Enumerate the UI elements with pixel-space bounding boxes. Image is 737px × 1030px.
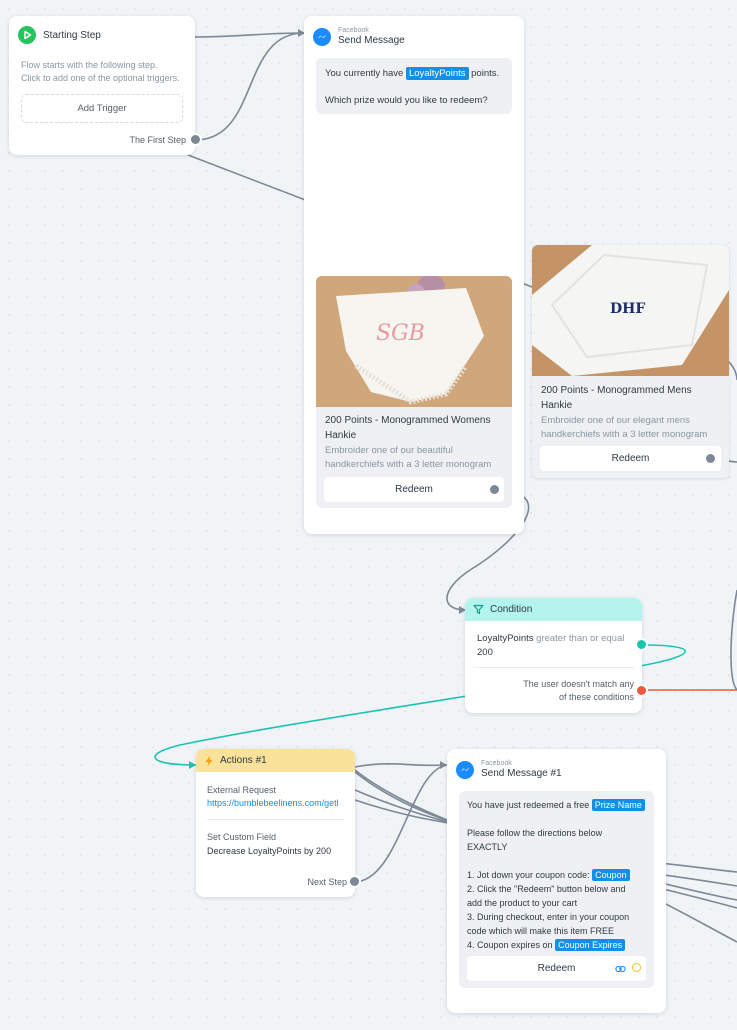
actions-header: Actions #1	[196, 749, 355, 772]
link-icon	[615, 965, 626, 973]
first-step-output-port[interactable]	[191, 135, 200, 144]
messenger-icon	[313, 27, 331, 46]
text-bubble[interactable]: You currently have LoyaltyPoints points.…	[316, 58, 512, 114]
condition-fallback: The user doesn't match any of these cond…	[523, 679, 634, 702]
starting-step-title: Starting Step	[43, 29, 101, 41]
arrow-actions	[189, 761, 196, 769]
send-message-node[interactable]: Facebook Send Message You currently have…	[304, 16, 524, 534]
product-subtitle-womens: Embroider one of our beautiful handkerch…	[325, 445, 492, 470]
next-step-port[interactable]	[350, 877, 359, 886]
wire-actions-to-message-a	[354, 763, 448, 768]
wire-next-step-to-message	[354, 764, 448, 883]
starting-step-description: Flow starts with the following step. Cli…	[21, 60, 180, 83]
condition-node[interactable]: Condition LoyaltyPoints greater than or …	[465, 598, 646, 713]
wire-actions-to-message-b	[354, 769, 461, 826]
wire-actions-to-message-e	[354, 799, 461, 826]
redeem-button-message-1[interactable]: Redeem	[467, 956, 646, 981]
product-subtitle-mens: Embroider one of our elegant mens handke…	[541, 415, 708, 440]
action-set-custom-field[interactable]: Set Custom Field Decrease LoyaltyPoints …	[207, 830, 352, 858]
message-1-bubble[interactable]: You have just redeemed a free Prize Name…	[459, 791, 654, 988]
play-icon	[18, 26, 36, 44]
filter-icon	[473, 604, 484, 615]
product-title-womens: 200 Points - Monogrammed Womens Hankie	[325, 415, 491, 441]
actions-node[interactable]: Actions #1 External Request https://bumb…	[196, 749, 359, 897]
external-request-url: https://bumblebeelinens.com/getl	[207, 798, 339, 808]
redeem-womens-port[interactable]	[490, 485, 499, 494]
product-card-mens[interactable]: DHF 200 Points - Monogrammed Mens Hankie…	[532, 245, 729, 478]
condition-header: Condition	[465, 598, 642, 621]
messenger-icon	[456, 760, 474, 779]
coupon-tag: Coupon	[592, 869, 630, 881]
wire-start-to-send-message	[194, 32, 305, 38]
redeem-mens-port[interactable]	[706, 454, 715, 463]
send-message-1-node[interactable]: Facebook Send Message #1 You have just r…	[447, 749, 666, 1013]
monogram-mens: DHF	[610, 301, 645, 317]
platform-label: Facebook	[481, 760, 512, 767]
platform-label: Facebook	[338, 27, 369, 34]
send-message-title: Send Message	[338, 35, 405, 46]
loyalty-points-tag: LoyaltyPoints	[405, 67, 469, 80]
condition-false-port[interactable]	[637, 686, 646, 695]
coupon-expires-tag: Coupon Expires	[555, 939, 626, 951]
wire-actions-to-message-c	[354, 771, 461, 826]
button-output-port[interactable]	[632, 963, 641, 972]
monogram-womens: SGB	[376, 321, 425, 346]
product-card-womens[interactable]: SGB 200 Points - Monogrammed Womens Hank…	[316, 276, 512, 508]
condition-title: Condition	[490, 604, 533, 615]
condition-divider	[473, 667, 634, 668]
actions-divider	[207, 819, 344, 820]
starting-step-node[interactable]: Starting Step Flow starts with the follo…	[9, 16, 200, 155]
arrow-send-message-1	[440, 761, 447, 769]
wire-actions-to-message-d	[354, 789, 461, 826]
prize-name-tag: Prize Name	[591, 799, 645, 811]
next-step-label: Next Step	[307, 877, 347, 887]
redeem-button-womens[interactable]: Redeem	[324, 477, 504, 502]
redeem-button-mens[interactable]: Redeem	[540, 446, 721, 471]
wire-first-step-to-send-message	[194, 32, 305, 141]
action-external-request[interactable]: External Request https://bumblebeelinens…	[207, 784, 347, 810]
product-image-mens: DHF	[532, 245, 729, 376]
prize-question: Which prize would you like to redeem?	[325, 95, 488, 106]
product-image-womens: SGB	[316, 276, 512, 407]
add-trigger-button[interactable]: Add Trigger	[21, 94, 183, 123]
condition-rule[interactable]: LoyaltyPoints greater than or equal 200	[477, 632, 635, 660]
wire-condition-right	[730, 589, 737, 691]
actions-title: Actions #1	[220, 755, 267, 766]
product-title-mens: 200 Points - Monogrammed Mens Hankie	[541, 385, 692, 411]
lightning-icon	[205, 755, 213, 766]
condition-true-port[interactable]	[637, 640, 646, 649]
first-step-label: The First Step	[129, 135, 186, 145]
send-message-1-title: Send Message #1	[481, 768, 562, 779]
